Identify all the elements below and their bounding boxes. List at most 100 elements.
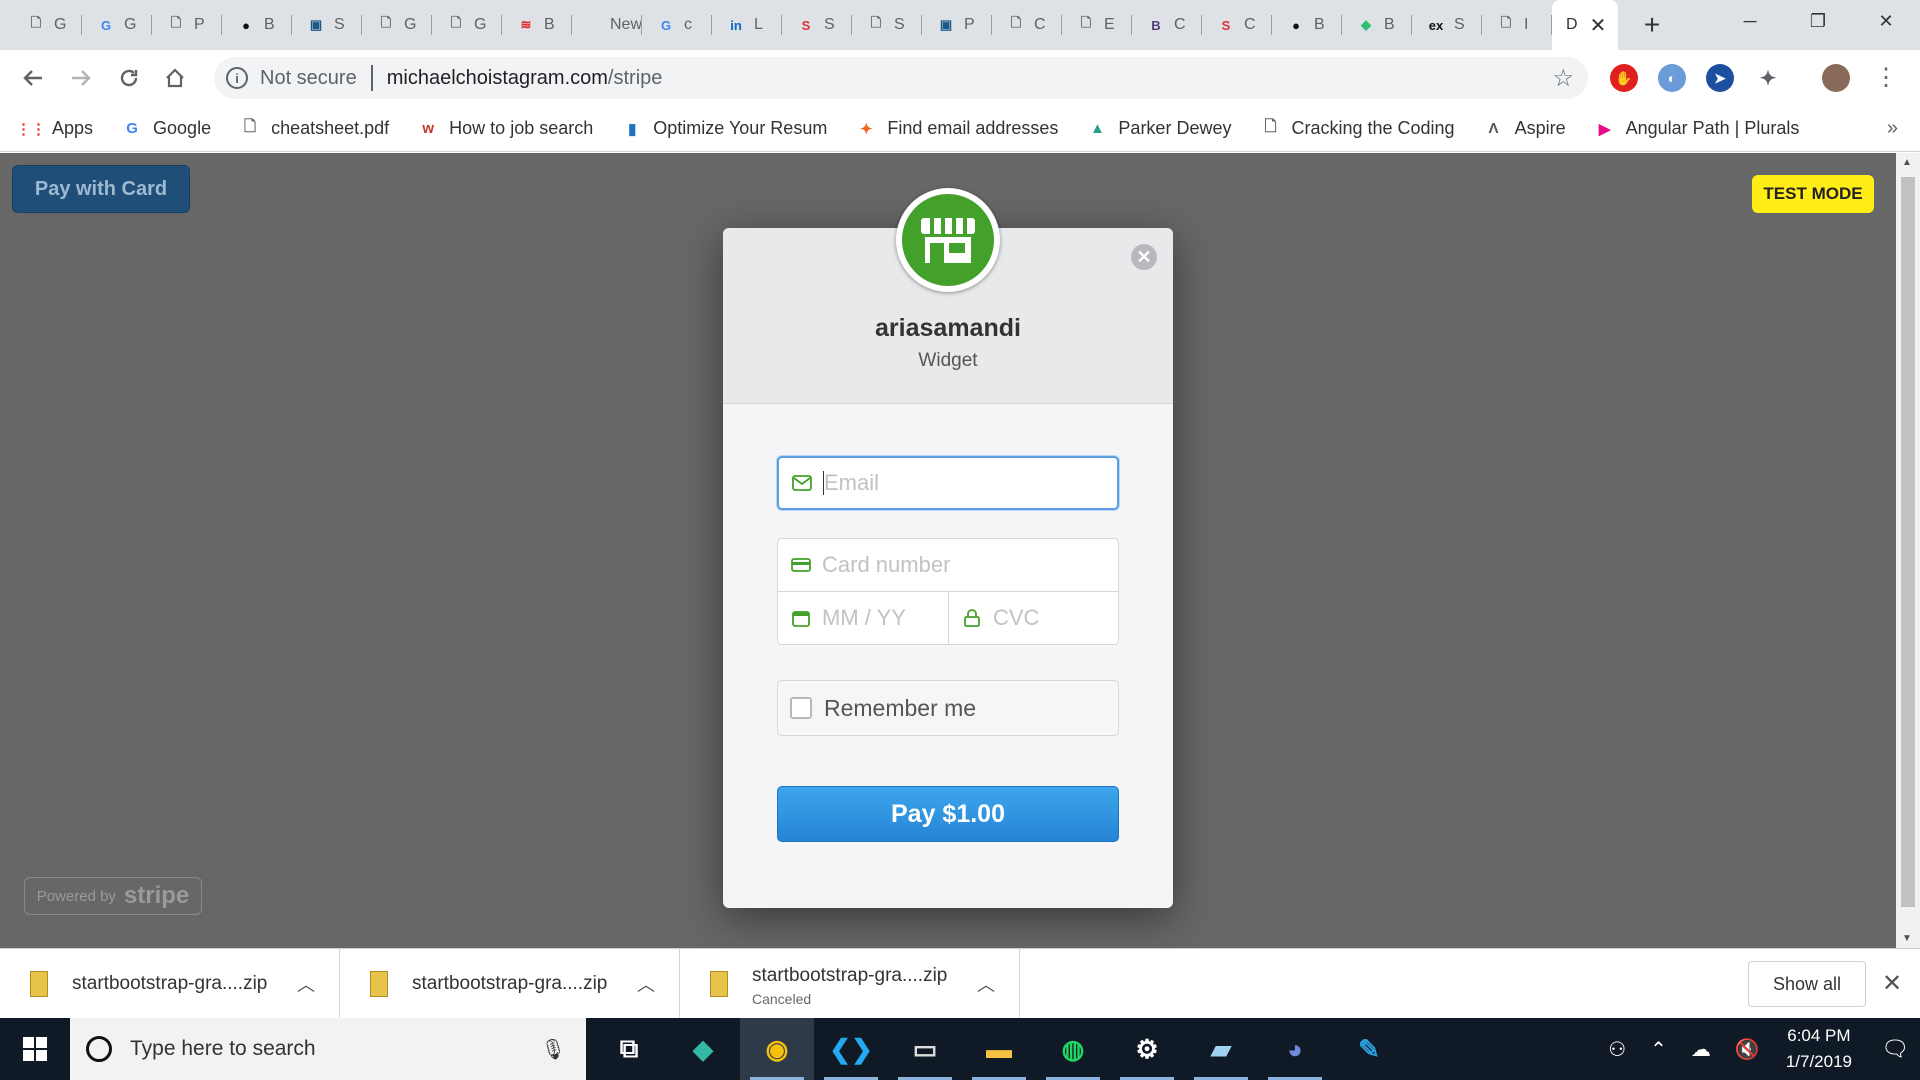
chevron-up-icon[interactable]: ︿	[637, 971, 655, 997]
browser-tab[interactable]: ● B	[222, 0, 292, 50]
url-host[interactable]: michaelchoistagram.com	[387, 67, 608, 90]
download-item[interactable]: startbootstrap-gra....zip ︿	[0, 948, 340, 1019]
card-number-field[interactable]: Card number	[777, 538, 1119, 592]
forward-button[interactable]	[62, 59, 100, 97]
doc-icon: 🗋	[170, 15, 182, 30]
bookmarks-overflow-button[interactable]: »	[1887, 117, 1898, 140]
profile-avatar[interactable]	[1822, 64, 1850, 92]
taskbar-app-button[interactable]: ▬	[962, 1018, 1036, 1080]
bookmark-star-icon[interactable]: ☆	[1552, 64, 1574, 93]
taskbar-app-button[interactable]: ⧉	[592, 1018, 666, 1080]
remember-me-checkbox[interactable]	[790, 697, 812, 719]
browser-tab[interactable]: SS	[782, 0, 852, 50]
minimize-button[interactable]: ─	[1716, 0, 1784, 42]
taskbar-app-button[interactable]: ◆	[666, 1018, 740, 1080]
bookmark-item[interactable]: ▲ Parker Dewey	[1086, 118, 1231, 140]
restore-button[interactable]: ❐	[1784, 0, 1852, 42]
tab-title: D	[1566, 16, 1578, 33]
taskbar-app-button[interactable]: ◉	[740, 1018, 814, 1080]
taskbar-app-button[interactable]: ⚙	[1110, 1018, 1184, 1080]
bookmark-item[interactable]: ⋮⋮ Apps	[16, 118, 93, 140]
pay-button[interactable]: Pay $1.00	[777, 786, 1119, 842]
cvc-field[interactable]: CVC	[948, 591, 1119, 645]
browser-tab[interactable]: ● B	[1272, 0, 1342, 50]
tray-overflow-icon[interactable]: ⌃	[1650, 1037, 1667, 1062]
security-label[interactable]: Not secure	[260, 67, 357, 90]
back-button[interactable]	[14, 59, 52, 97]
reload-button[interactable]	[110, 59, 148, 97]
powered-by-stripe-badge[interactable]: Powered by stripe	[24, 877, 202, 915]
scrollbar-thumb[interactable]	[1901, 177, 1915, 907]
browser-tab[interactable]: ▣ S	[292, 0, 362, 50]
browser-tab[interactable]: 🗋 G	[432, 0, 502, 50]
puzzle-extension-icon[interactable]: ✦	[1754, 64, 1782, 92]
active-tab[interactable]: D ✕	[1552, 0, 1618, 50]
close-checkout-button[interactable]: ✕	[1131, 244, 1157, 270]
taskbar-app-button[interactable]: ✎	[1332, 1018, 1406, 1080]
browser-tab[interactable]: 🗋 S	[852, 0, 922, 50]
remember-me-row[interactable]: Remember me	[777, 680, 1119, 736]
email-field[interactable]: Email	[777, 456, 1119, 510]
compass-extension-icon[interactable]: ➤	[1706, 64, 1734, 92]
browser-tab[interactable]: 🗋 G	[12, 0, 82, 50]
pay-with-card-button[interactable]: Pay with Card	[12, 165, 190, 213]
chrome-menu-icon[interactable]: ⋮	[1874, 64, 1898, 92]
download-item[interactable]: startbootstrap-gra....zip ︿	[340, 948, 680, 1019]
bookmark-item[interactable]: 🗋 cheatsheet.pdf	[239, 118, 389, 140]
new-tab-button[interactable]: +	[1632, 0, 1672, 50]
bookmark-item[interactable]: ▮ Optimize Your Resum	[621, 118, 827, 140]
scroll-down-icon[interactable]: ▼	[1902, 933, 1912, 944]
close-tab-icon[interactable]: ✕	[1590, 13, 1607, 38]
browser-tab[interactable]: 🗋 P	[152, 0, 222, 50]
browser-tab[interactable]: New	[572, 0, 642, 50]
bookmark-item[interactable]: 🗋 Cracking the Coding	[1259, 118, 1454, 140]
expiry-field[interactable]: MM / YY	[777, 591, 949, 645]
browser-tab[interactable]: SC	[1202, 0, 1272, 50]
bookmark-item[interactable]: ▶ Angular Path | Plurals	[1594, 118, 1800, 140]
taskbar-app-button[interactable]: ◍	[1036, 1018, 1110, 1080]
taskbar-app-button[interactable]: ◕	[1258, 1018, 1332, 1080]
action-center-icon[interactable]: 🗨	[1870, 1036, 1920, 1062]
start-button[interactable]	[0, 1018, 70, 1080]
info-icon[interactable]: i	[226, 67, 248, 89]
clock[interactable]: 6:04 PM 1/7/2019	[1786, 1023, 1852, 1075]
browser-tab[interactable]: Gc	[642, 0, 712, 50]
cortana-icon[interactable]	[86, 1036, 112, 1062]
home-button[interactable]	[156, 59, 194, 97]
blue-circle-extension-icon[interactable]: ◐	[1658, 64, 1686, 92]
taskbar-app-button[interactable]: ▭	[888, 1018, 962, 1080]
browser-tab[interactable]: GG	[82, 0, 152, 50]
browser-tab[interactable]: ▣ P	[922, 0, 992, 50]
browser-tab[interactable]: ex S	[1412, 0, 1482, 50]
close-download-shelf-button[interactable]: ✕	[1882, 969, 1902, 998]
chevron-up-icon[interactable]: ︿	[297, 971, 315, 997]
onedrive-icon[interactable]: ☁	[1691, 1037, 1711, 1062]
browser-tab[interactable]: ≋ B	[502, 0, 572, 50]
adblock-extension-icon[interactable]: ✋	[1610, 64, 1638, 92]
bookmark-item[interactable]: w How to job search	[417, 118, 593, 140]
show-all-downloads-button[interactable]: Show all	[1748, 961, 1866, 1007]
taskbar-search[interactable]: Type here to search 🎙	[70, 1018, 586, 1080]
scroll-up-icon[interactable]: ▲	[1902, 157, 1912, 168]
people-icon[interactable]: ⚇	[1608, 1037, 1626, 1062]
taskbar-app-button[interactable]: ▰	[1184, 1018, 1258, 1080]
browser-tab[interactable]: ◆ B	[1342, 0, 1412, 50]
browser-tab[interactable]: 🗋 G	[362, 0, 432, 50]
address-bar[interactable]: i Not secure michaelchoistagram.com/stri…	[214, 57, 1588, 99]
url-path[interactable]: /stripe	[608, 67, 662, 90]
page-scrollbar[interactable]: ▲ ▼	[1896, 153, 1920, 948]
microphone-icon[interactable]: 🎙	[541, 1037, 566, 1062]
bookmark-item[interactable]: ✦ Find email addresses	[855, 118, 1058, 140]
bookmark-item[interactable]: Λ Aspire	[1483, 118, 1566, 140]
window-close-button[interactable]: ✕	[1852, 0, 1920, 42]
browser-tab[interactable]: BC	[1132, 0, 1202, 50]
download-item[interactable]: startbootstrap-gra....zip Canceled ︿	[680, 948, 1020, 1019]
chevron-up-icon[interactable]: ︿	[977, 971, 995, 997]
browser-tab[interactable]: in L	[712, 0, 782, 50]
taskbar-app-button[interactable]: ❮❯	[814, 1018, 888, 1080]
volume-muted-icon[interactable]: 🔇	[1735, 1037, 1760, 1062]
bookmark-item[interactable]: G Google	[121, 118, 211, 140]
browser-tab[interactable]: 🗋 C	[992, 0, 1062, 50]
browser-tab[interactable]: 🗋 E	[1062, 0, 1132, 50]
browser-tab[interactable]: 🗋 I	[1482, 0, 1552, 50]
